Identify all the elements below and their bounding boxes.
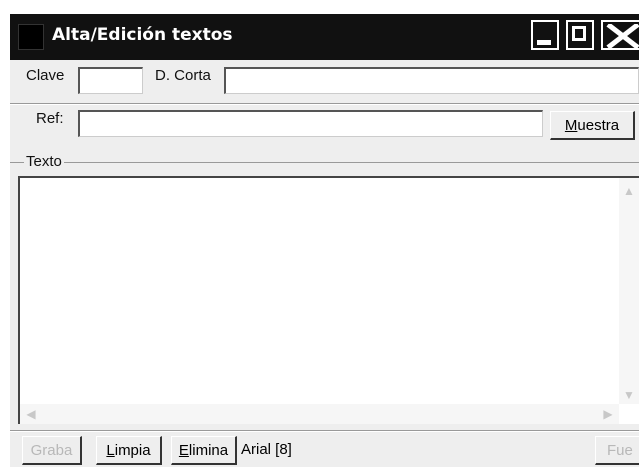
scroll-left-icon[interactable]: ◀ (22, 405, 40, 423)
maximize-button[interactable] (566, 20, 594, 50)
horizontal-scrollbar[interactable]: ◀ ▶ (20, 404, 619, 424)
window: Alta/Edición textos Clave D. Corta Ref: … (10, 14, 639, 467)
fuente-button[interactable]: Fue (595, 436, 639, 465)
clave-field[interactable] (78, 67, 143, 94)
muestra-button[interactable]: Muestra (550, 111, 635, 140)
scroll-down-icon[interactable]: ▼ (620, 386, 638, 404)
close-icon (606, 24, 639, 48)
footer-separator (10, 430, 639, 432)
texto-group-border (10, 162, 639, 163)
window-title: Alta/Edición textos (52, 25, 233, 45)
scroll-right-icon[interactable]: ▶ (599, 405, 617, 423)
dcorta-field[interactable] (224, 67, 639, 94)
dcorta-label: D. Corta (155, 67, 211, 84)
elimina-button[interactable]: Elimina (171, 436, 237, 465)
clave-label: Clave (26, 67, 65, 84)
separator (10, 103, 639, 105)
graba-button[interactable]: Graba (22, 436, 82, 465)
scroll-up-icon[interactable]: ▲ (620, 182, 638, 200)
close-button[interactable] (601, 20, 639, 50)
vertical-scrollbar[interactable]: ▲ ▼ (619, 178, 639, 404)
ref-field[interactable] (78, 110, 543, 137)
texto-group-label: Texto (24, 153, 64, 170)
ref-label: Ref: (36, 110, 64, 127)
title-bar[interactable]: Alta/Edición textos (10, 14, 639, 60)
minimize-button[interactable] (531, 20, 559, 50)
limpia-button[interactable]: Limpia (96, 436, 162, 465)
texto-textarea[interactable]: ▲ ▼ ◀ ▶ (18, 176, 639, 424)
app-icon (18, 24, 44, 50)
font-status: Arial [8] (241, 441, 292, 458)
